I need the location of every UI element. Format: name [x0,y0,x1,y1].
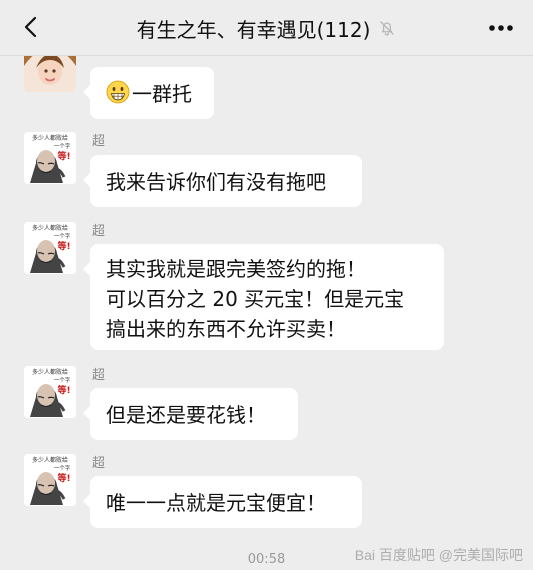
meme-avatar[interactable]: 多少人都败给 一个字 等! [24,132,76,184]
meme-avatar[interactable]: 多少人都败给 一个字 等! [24,222,76,274]
back-button[interactable] [14,10,48,44]
avatar-picture: 多少人都败给 一个字 等! [24,132,76,184]
meme-avatar[interactable]: 多少人都败给 一个字 等! [24,366,76,418]
more-button[interactable] [485,12,517,44]
meme-text-line1: 多少人都败给 [32,456,68,464]
meme-text-line2: 一个字 [54,142,71,150]
woman-photo-avatar[interactable] [24,56,76,92]
avatar-picture: 多少人都败给 一个字 等! [24,454,76,506]
meme-avatar[interactable]: 多少人都败给 一个字 等! [24,454,76,506]
watermark: Bai 百度贴吧 @完美国际吧 [354,547,523,563]
meme-text-line3: 等! [56,384,70,396]
message-bubble[interactable]: 但是还是要花钱！ [83,388,298,440]
message-text: 唯一一点就是元宝便宜！ [106,491,326,515]
more-horizontal-icon [489,25,513,31]
message-line: 可以百分之 20 买元宝！但是元宝 [106,287,405,311]
meme-text-line3: 等! [56,472,70,484]
message-bubble[interactable]: 其实我就是跟完美签约的拖！ 可以百分之 20 买元宝！但是元宝 搞出来的东西不允… [83,244,444,350]
meme-text-line2: 一个字 [54,376,71,384]
title-container: 有生之年、有幸遇见(112) [80,12,453,44]
meme-text-line2: 一个字 [54,232,71,240]
message-text: 但是还是要花钱！ [106,403,266,427]
avatar-picture: 多少人都败给 一个字 等! [24,222,76,274]
chat-header: 有生之年、有幸遇见(112) [0,0,533,56]
sender-name: 超 [92,134,106,149]
bell-off-icon [380,21,395,36]
message-text: 一群托 [132,82,192,106]
meme-text-line2: 一个字 [54,464,71,472]
chevron-left-icon [24,16,37,38]
chat-messages[interactable]: 一群托 多少人都败给 一个字 等! 超 我来告诉你们有没有拖吧 多少人都败给 一… [0,56,533,570]
grinning-face-icon [106,80,130,104]
avatar-picture [24,56,76,92]
meme-text-line1: 多少人都败给 [32,224,68,232]
message-bubble[interactable]: 唯一一点就是元宝便宜！ [83,476,362,528]
message-text: 我来告诉你们有没有拖吧 [106,170,326,194]
message-bubble[interactable]: 我来告诉你们有没有拖吧 [83,155,362,207]
sender-name: 超 [92,368,106,383]
message-line: 其实我就是跟完美签约的拖！ [106,257,366,281]
message-bubble[interactable]: 一群托 [83,67,214,119]
meme-text-line1: 多少人都败给 [32,368,68,376]
meme-text-line3: 等! [56,240,70,252]
sender-name: 超 [92,456,106,471]
meme-text-line1: 多少人都败给 [32,134,68,142]
chat-title: 有生之年、有幸遇见(112) [136,17,371,42]
message-line: 搞出来的东西不允许买卖！ [106,317,346,341]
message-line: 一群托 [106,79,200,109]
avatar-picture: 多少人都败给 一个字 等! [24,366,76,418]
meme-text-line3: 等! [56,150,70,162]
sender-name: 超 [92,224,106,239]
